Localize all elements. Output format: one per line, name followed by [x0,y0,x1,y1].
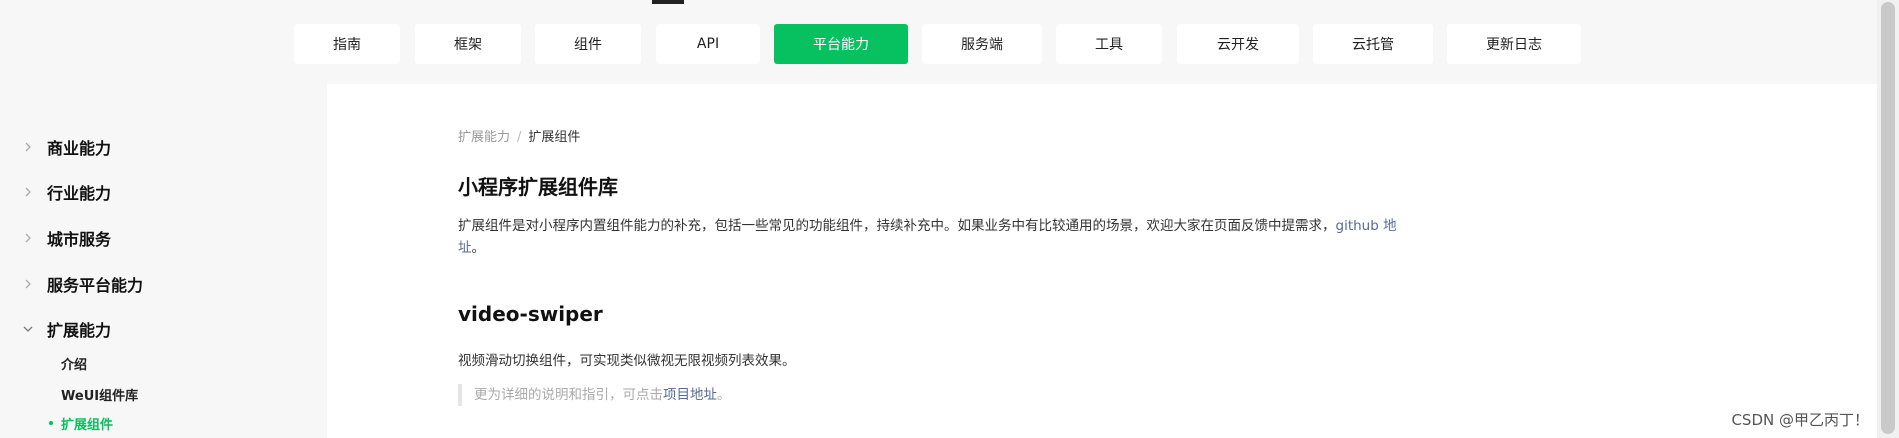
top-active-indicator [652,0,684,4]
quote-end: 。 [717,387,731,403]
sidebar-item-business[interactable]: 商业能力 [0,132,327,162]
main-content: 扩展能力 / 扩展组件 小程序扩展组件库 扩展组件是对小程序内置组件能力的补充，包括… [327,84,1877,438]
quote-text: 更为详细的说明和指引，可点击 [474,387,663,403]
tab-guide[interactable]: 指南 [294,24,400,64]
sidebar-item-service-platform[interactable]: 服务平台能力 [0,269,327,299]
watermark: CSDN @甲乙丙丁！ [1731,411,1869,429]
tab-cloud-hosting[interactable]: 云托管 [1313,24,1433,64]
tab-api[interactable]: API [656,24,760,64]
sidebar-subitem-weui[interactable]: WeUI组件库 [61,385,138,404]
intro-text: 扩展组件是对小程序内置组件能力的补充，包括一些常见的功能组件，持续补充中。如果业… [458,218,1336,234]
chevron-right-icon [22,186,34,198]
tab-cloud-dev[interactable]: 云开发 [1177,24,1299,64]
sidebar-item-extension[interactable]: 扩展能力 [0,314,327,344]
intro-end: 。 [471,240,486,256]
sidebar-item-city-services[interactable]: 城市服务 [0,223,327,253]
breadcrumb-current: 扩展组件 [528,130,581,145]
chevron-right-icon [22,141,34,153]
chevron-down-icon [22,323,34,335]
sidebar-subitem-ext-components[interactable]: 扩展组件 [61,414,113,433]
sidebar: 商业能力 行业能力 城市服务 服务平台能力 扩展能力 介绍 WeUI组件库 扩展… [0,84,327,438]
chevron-right-icon [22,278,34,290]
breadcrumb-parent[interactable]: 扩展能力 [458,130,510,145]
sidebar-item-label: 行业能力 [47,184,112,203]
tab-framework[interactable]: 框架 [415,24,521,64]
blockquote: 更为详细的说明和指引，可点击项目地址。 [458,384,731,406]
tab-changelog[interactable]: 更新日志 [1447,24,1581,64]
tab-platform-capability[interactable]: 平台能力 [774,24,908,64]
sidebar-item-industry[interactable]: 行业能力 [0,177,327,207]
tab-server[interactable]: 服务端 [922,24,1042,64]
page-title: 小程序扩展组件库 [458,175,618,199]
sidebar-subitem-intro[interactable]: 介绍 [61,354,87,373]
chevron-right-icon [22,232,34,244]
sidebar-item-label: 商业能力 [47,139,112,158]
intro-paragraph: 扩展组件是对小程序内置组件能力的补充，包括一些常见的功能组件，持续补充中。如果业… [458,215,1418,259]
scrollbar-thumb[interactable] [1881,2,1895,434]
section-description: 视频滑动切换组件，可实现类似微视无限视频列表效果。 [458,353,796,369]
tab-tools[interactable]: 工具 [1056,24,1162,64]
tab-components[interactable]: 组件 [535,24,641,64]
sidebar-item-label: 扩展能力 [47,321,112,340]
sidebar-item-label: 服务平台能力 [47,276,144,295]
sidebar-item-label: 城市服务 [47,230,112,249]
current-bullet-icon [49,421,53,425]
top-navigation: 指南 框架 组件 API 平台能力 服务端 工具 云开发 云托管 更新日志 [0,0,1899,85]
breadcrumb: 扩展能力 / 扩展组件 [458,126,580,145]
section-title: video-swiper [458,302,603,326]
project-link[interactable]: 项目地址 [663,387,717,403]
breadcrumb-separator: / [517,130,522,145]
